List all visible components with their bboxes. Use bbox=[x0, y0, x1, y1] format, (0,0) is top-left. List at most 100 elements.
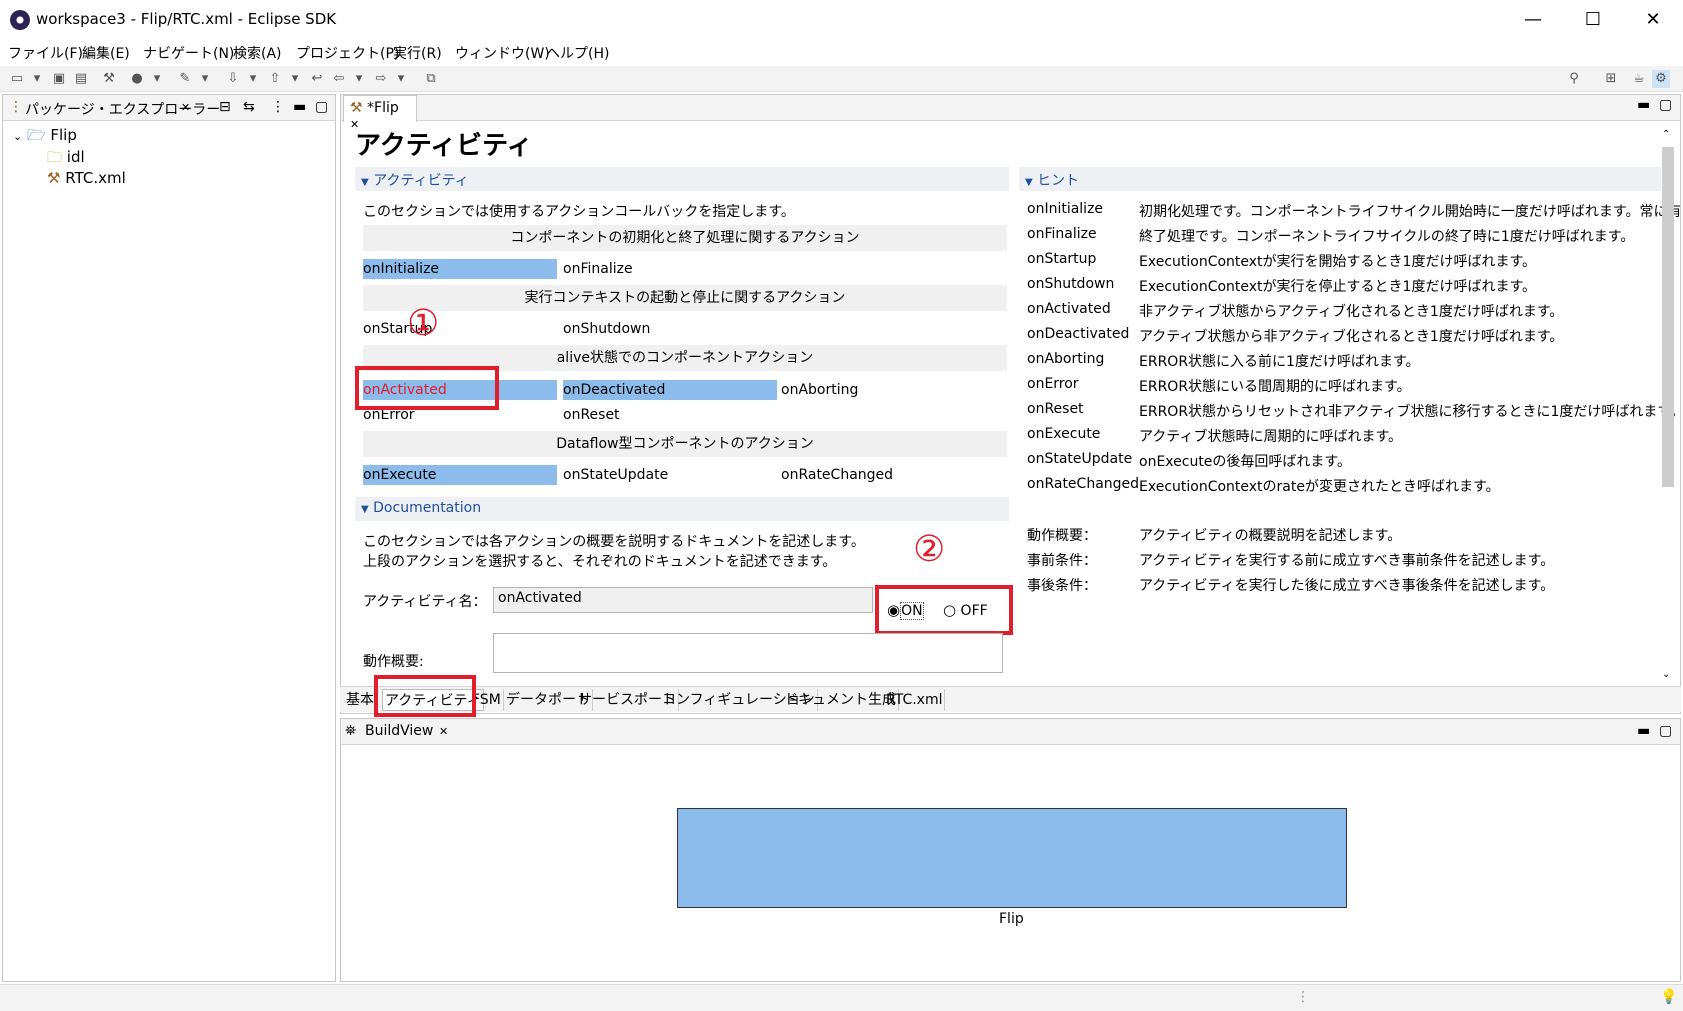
action-onstartup[interactable]: onStartup bbox=[363, 319, 557, 339]
vertical-scrollbar[interactable]: ⌃ ⌄ bbox=[1660, 129, 1676, 689]
main-toolbar: ▭ ▾ ▣ ▤ ⚒ ● ▾ ✎ ▾ ⇩ ▾ ⇧ ▾ ↩ ⇦ ▾ ⇨ ▾ ⧉ ⚲ … bbox=[0, 66, 1683, 92]
action-onfinalize[interactable]: onFinalize bbox=[563, 259, 757, 279]
activity-name-label: アクティビティ名： bbox=[363, 594, 487, 610]
view-menu-icon[interactable]: ⋮ bbox=[271, 99, 285, 115]
open-perspective-icon[interactable]: ⧉ bbox=[422, 70, 440, 88]
rtc-perspective-icon[interactable]: ⚙ bbox=[1652, 70, 1670, 88]
new-icon[interactable]: ▭ bbox=[8, 70, 26, 88]
activity-description: このセクションでは使用するアクションコールバックを指定します。 bbox=[363, 204, 795, 220]
section-title: ヒント bbox=[1037, 173, 1080, 189]
action-onstateupdate[interactable]: onStateUpdate bbox=[563, 465, 757, 485]
search-icon[interactable]: ⚲ bbox=[1565, 70, 1583, 88]
menu-search[interactable]: 検索(A) bbox=[233, 43, 282, 63]
java-perspective-icon[interactable]: ☕ bbox=[1630, 70, 1648, 88]
group-header: コンポーネントの初期化と終了処理に関するアクション bbox=[363, 225, 1007, 251]
lightbulb-icon[interactable]: 💡 bbox=[1660, 989, 1677, 1005]
documentation-description-1: このセクションでは各アクションの概要を説明するドキュメントを記述します。 bbox=[363, 534, 865, 550]
minimize-button[interactable]: — bbox=[1510, 6, 1556, 34]
dropdown-icon[interactable]: ▾ bbox=[28, 70, 46, 88]
action-onaborting[interactable]: onAborting bbox=[781, 380, 975, 400]
package-explorer-tab[interactable]: ⋮ パッケージ・エクスプローラー ✕ ⊟ ⇆ ⋮ ▬ ▢ bbox=[3, 95, 335, 121]
menu-edit[interactable]: 編集(E) bbox=[82, 43, 130, 63]
next-annotation-icon[interactable]: ⇩ bbox=[224, 70, 242, 88]
package-explorer-icon: ⋮ bbox=[9, 99, 23, 115]
hint-text: アクティビティを実行した後に成立すべき事後条件を記述します。 bbox=[1139, 578, 1555, 594]
dropdown-icon[interactable]: ▾ bbox=[286, 70, 304, 88]
tab-basic[interactable]: 基本 bbox=[344, 689, 377, 711]
prev-annotation-icon[interactable]: ⇧ bbox=[266, 70, 284, 88]
hint-text: 非アクティブ状態からアクティブ化されるとき1度だけ呼ばれます。 bbox=[1139, 304, 1564, 320]
perspective-icon[interactable]: ⊞ bbox=[1602, 70, 1620, 88]
action-onreset[interactable]: onReset bbox=[563, 405, 757, 425]
menu-window[interactable]: ウィンドウ(W) bbox=[455, 43, 550, 63]
maximize-view-icon[interactable]: ▢ bbox=[1659, 97, 1672, 113]
annotation-box-1 bbox=[355, 366, 499, 410]
dropdown-icon[interactable]: ▾ bbox=[196, 70, 214, 88]
scrollbar-thumb[interactable] bbox=[1662, 147, 1674, 487]
dropdown-icon[interactable]: ▾ bbox=[244, 70, 262, 88]
run-icon[interactable]: ✎ bbox=[176, 70, 194, 88]
group-header: 実行コンテキストの起動と停止に関するアクション bbox=[363, 285, 1007, 311]
annotation-number-2: ② bbox=[913, 529, 946, 570]
last-edit-icon[interactable]: ↩ bbox=[308, 70, 326, 88]
forward-icon[interactable]: ⇨ bbox=[372, 70, 390, 88]
tree-item-rtc-xml[interactable]: ⚒ RTC.xml bbox=[47, 169, 126, 187]
link-editor-icon[interactable]: ⇆ bbox=[243, 99, 255, 115]
hint-text: onExecuteの後毎回呼ばれます。 bbox=[1139, 454, 1352, 470]
hint-text: ERROR状態に入る前に1度だけ呼ばれます。 bbox=[1139, 354, 1420, 370]
close-button[interactable]: ✕ bbox=[1630, 6, 1676, 34]
action-oninitialize[interactable]: onInitialize bbox=[363, 259, 557, 279]
scroll-down-icon[interactable]: ⌄ bbox=[1662, 669, 1670, 680]
section-title: Documentation bbox=[373, 500, 482, 516]
editor-tab-flip[interactable]: ⚒ *Flip ✕ bbox=[343, 95, 417, 131]
menu-help[interactable]: ヘルプ(H) bbox=[546, 43, 609, 63]
menu-run[interactable]: 実行(R) bbox=[393, 43, 442, 63]
chevron-down-icon[interactable]: ▼ bbox=[1025, 177, 1033, 188]
hint-name: onError bbox=[1027, 376, 1079, 392]
menu-file[interactable]: ファイル(F) bbox=[8, 43, 83, 63]
build-icon[interactable]: ⚒ bbox=[100, 70, 118, 88]
maximize-view-icon[interactable]: ▢ bbox=[315, 99, 328, 115]
close-icon[interactable]: ✕ bbox=[439, 725, 448, 738]
dropdown-icon[interactable]: ▾ bbox=[148, 70, 166, 88]
component-block[interactable] bbox=[677, 808, 1347, 908]
minimize-view-icon[interactable]: ▬ bbox=[293, 99, 306, 115]
close-icon[interactable]: ✕ bbox=[181, 101, 190, 114]
buildview-tab[interactable]: ⛯ BuildView ✕ ▬ ▢ bbox=[341, 719, 1680, 745]
hint-section-header[interactable]: ▼ ヒント bbox=[1019, 167, 1661, 191]
summary-textarea[interactable] bbox=[493, 633, 1003, 673]
package-explorer-title: パッケージ・エクスプローラー bbox=[25, 102, 221, 118]
hint-name: 事前条件： bbox=[1027, 553, 1097, 569]
minimize-view-icon[interactable]: ▬ bbox=[1637, 723, 1650, 739]
dropdown-icon[interactable]: ▾ bbox=[350, 70, 368, 88]
action-onratechanged[interactable]: onRateChanged bbox=[781, 465, 975, 485]
maximize-view-icon[interactable]: ▢ bbox=[1659, 723, 1672, 739]
save-icon[interactable]: ▣ bbox=[50, 70, 68, 88]
hint-name: onActivated bbox=[1027, 301, 1111, 317]
dropdown-icon[interactable]: ▾ bbox=[392, 70, 410, 88]
menu-project[interactable]: プロジェクト(P) bbox=[296, 43, 399, 63]
activity-section-header[interactable]: ▼ アクティビティ bbox=[355, 167, 1009, 191]
chevron-down-icon[interactable]: ▼ bbox=[361, 504, 369, 515]
hint-text: ExecutionContextが実行を停止するとき1度だけ呼ばれます。 bbox=[1139, 279, 1537, 295]
chevron-down-icon[interactable]: ⌄ bbox=[13, 130, 22, 143]
tab-rtc-xml[interactable]: RTC.xml bbox=[884, 689, 946, 711]
hint-name: onStartup bbox=[1027, 251, 1097, 267]
activity-name-field[interactable]: onActivated bbox=[493, 587, 873, 613]
minimize-view-icon[interactable]: ▬ bbox=[1637, 97, 1650, 113]
chevron-down-icon[interactable]: ▼ bbox=[361, 177, 369, 188]
collapse-all-icon[interactable]: ⊟ bbox=[219, 99, 231, 115]
back-icon[interactable]: ⇦ bbox=[330, 70, 348, 88]
debug-icon[interactable]: ● bbox=[128, 70, 146, 88]
menu-navigate[interactable]: ナビゲート(N) bbox=[143, 43, 234, 63]
maximize-button[interactable]: ☐ bbox=[1570, 6, 1616, 34]
package-explorer-view: ⋮ パッケージ・エクスプローラー ✕ ⊟ ⇆ ⋮ ▬ ▢ ⌄ 🗁 Flip 🗀 … bbox=[2, 94, 336, 982]
documentation-section-header[interactable]: ▼ Documentation bbox=[355, 497, 1009, 521]
save-all-icon[interactable]: ▤ bbox=[72, 70, 90, 88]
action-onexecute[interactable]: onExecute bbox=[363, 465, 557, 485]
action-onshutdown[interactable]: onShutdown bbox=[563, 319, 757, 339]
action-ondeactivated[interactable]: onDeactivated bbox=[563, 380, 777, 400]
scroll-up-icon[interactable]: ⌃ bbox=[1662, 129, 1670, 140]
tab-document-generation[interactable]: ドキュメント生成 bbox=[782, 689, 899, 711]
annotation-number-1: ① bbox=[407, 303, 440, 344]
